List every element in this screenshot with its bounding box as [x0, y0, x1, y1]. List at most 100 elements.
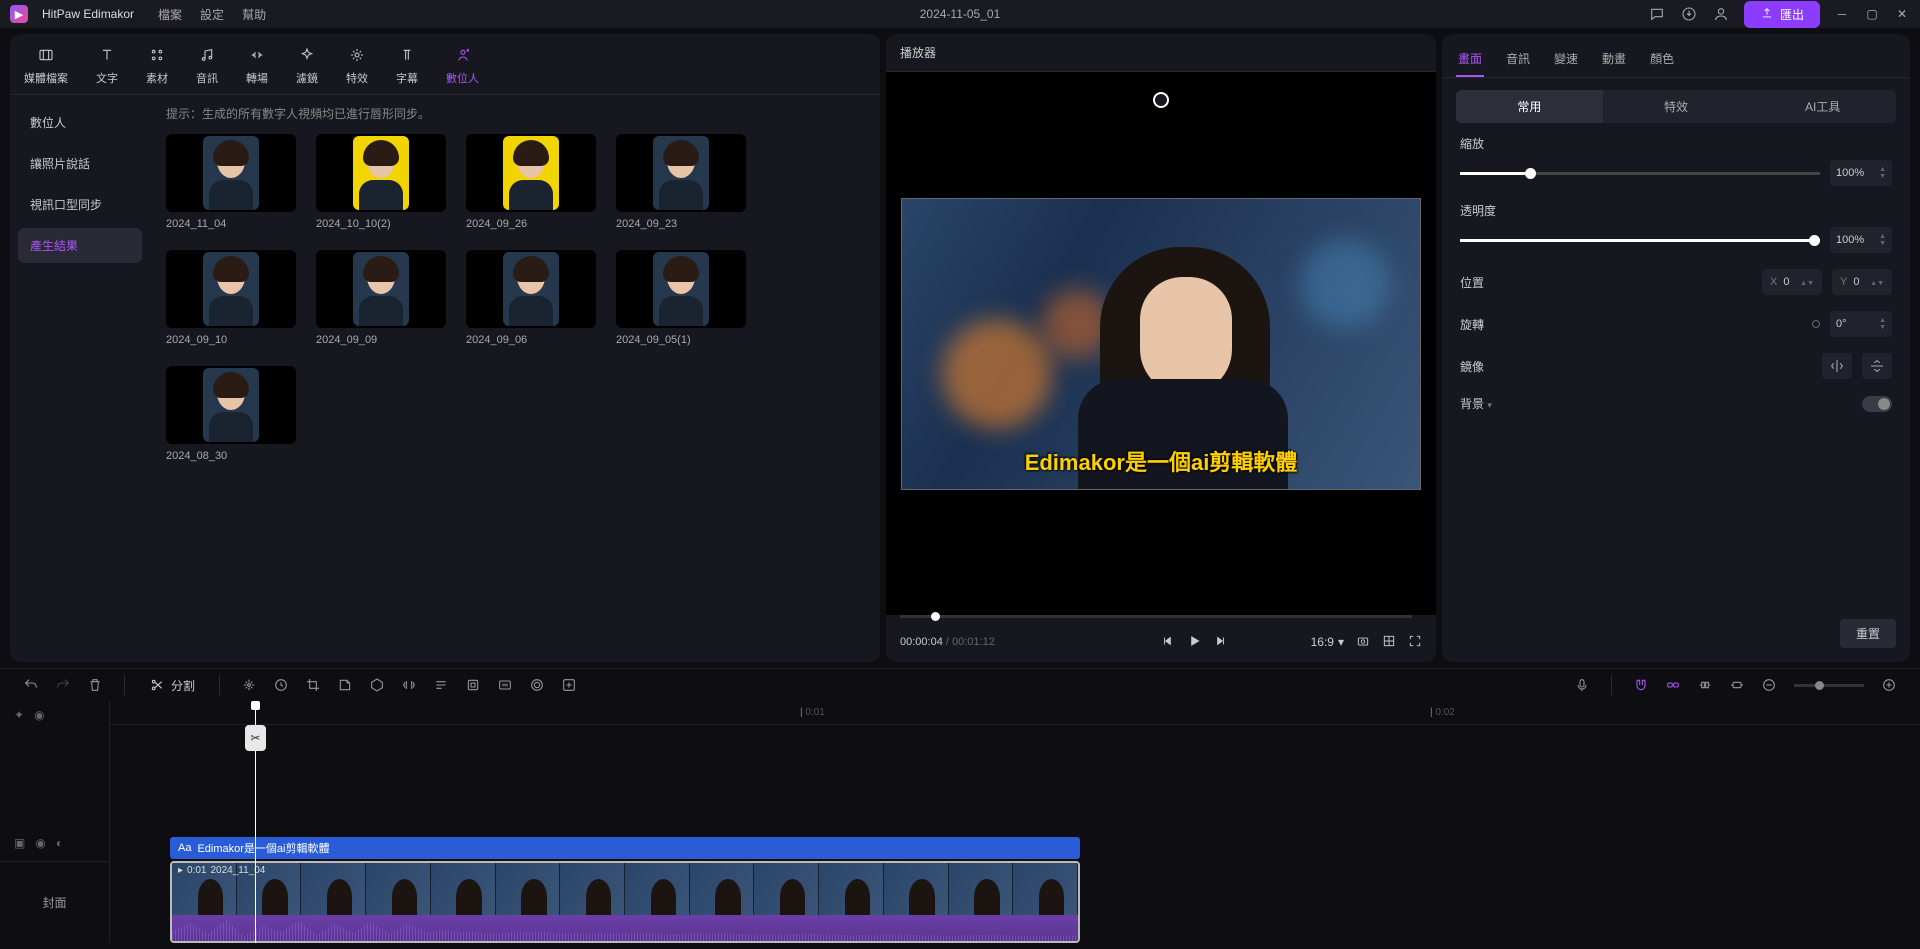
subtab-ai[interactable]: AI工具 [1749, 90, 1896, 123]
pos-y-input[interactable]: Y0▲▼ [1832, 269, 1892, 295]
tab-sticker[interactable]: 素材 [146, 44, 168, 86]
tl-btn-7[interactable] [428, 672, 454, 698]
bg-toggle[interactable] [1862, 396, 1892, 412]
tl-right-4[interactable] [1724, 672, 1750, 698]
tab-subtitle[interactable]: 字幕 [396, 44, 418, 86]
tl-btn-8[interactable] [460, 672, 486, 698]
tab-audio[interactable]: 音訊 [196, 44, 218, 86]
opacity-slider[interactable] [1460, 239, 1820, 242]
subtab-effect[interactable]: 特效 [1603, 90, 1750, 123]
link-button[interactable] [1660, 672, 1686, 698]
tl-btn-4[interactable] [332, 672, 358, 698]
pos-x-input[interactable]: X0▲▼ [1762, 269, 1822, 295]
undo-button[interactable] [18, 672, 44, 698]
result-thumbnail[interactable]: 2024_10_10(2) [316, 134, 446, 230]
zoom-in-button[interactable] [1876, 672, 1902, 698]
tl-btn-2[interactable] [268, 672, 294, 698]
video-frame[interactable]: Edimakor是一個ai剪輯軟體 [901, 198, 1421, 490]
minimize-icon[interactable]: ─ [1834, 6, 1850, 22]
reset-button[interactable]: 重置 [1840, 619, 1896, 648]
tl-btn-6[interactable] [396, 672, 422, 698]
mirror-h-button[interactable] [1822, 353, 1852, 379]
redo-button[interactable] [50, 672, 76, 698]
cover-label[interactable]: 封面 [0, 861, 109, 943]
tl-btn-add[interactable] [556, 672, 582, 698]
next-frame-button[interactable] [1213, 634, 1227, 651]
mic-button[interactable] [1569, 672, 1595, 698]
preview-scrubber[interactable] [900, 615, 1412, 618]
tl-btn-10[interactable] [524, 672, 550, 698]
prev-frame-button[interactable] [1161, 634, 1175, 651]
side-item-results[interactable]: 產生結果 [18, 228, 142, 263]
scale-value[interactable]: 100%▲▼ [1830, 160, 1892, 186]
video-clip[interactable]: ▸ 0:01 2024_11_04 [170, 861, 1080, 943]
side-item-digital[interactable]: 數位人 [18, 105, 142, 140]
result-thumbnail[interactable]: 2024_09_26 [466, 134, 596, 230]
magnet-button[interactable] [1628, 672, 1654, 698]
zoom-out-button[interactable] [1756, 672, 1782, 698]
rotate-value[interactable]: 0°▲▼ [1830, 311, 1892, 337]
play-button[interactable] [1187, 634, 1201, 651]
side-item-photo-talk[interactable]: 讓照片說話 [18, 146, 142, 181]
result-thumbnail[interactable]: 2024_09_23 [616, 134, 746, 230]
prop-tab-audio[interactable]: 音訊 [1504, 42, 1532, 77]
result-thumbnail[interactable]: 2024_09_10 [166, 250, 296, 346]
snapshot-button[interactable] [1356, 634, 1370, 651]
zoom-slider[interactable] [1794, 684, 1864, 687]
rotation-handle-icon[interactable] [1153, 92, 1169, 108]
track-mute-icon[interactable]: ◐ [56, 836, 63, 850]
tab-text[interactable]: 文字 [96, 44, 118, 86]
transition-icon [246, 44, 268, 66]
side-item-lipsync[interactable]: 視訊口型同步 [18, 187, 142, 222]
effects-icon[interactable]: ✦ [14, 708, 24, 722]
scale-slider[interactable] [1460, 172, 1820, 175]
tab-media[interactable]: 媒體檔案 [24, 44, 68, 86]
subtab-common[interactable]: 常用 [1456, 90, 1603, 123]
fullscreen-button[interactable] [1408, 634, 1422, 651]
menu-help[interactable]: 幫助 [242, 6, 266, 23]
close-icon[interactable]: ✕ [1894, 6, 1910, 22]
result-thumbnail[interactable]: 2024_11_04 [166, 134, 296, 230]
menu-settings[interactable]: 設定 [200, 6, 224, 23]
delete-button[interactable] [82, 672, 108, 698]
track-eye-icon[interactable]: ◉ [35, 836, 45, 850]
track-lock-icon[interactable]: ▣ [14, 836, 25, 850]
export-button[interactable]: 匯出 [1744, 1, 1820, 28]
preview-viewport[interactable]: Edimakor是一個ai剪輯軟體 [886, 72, 1436, 615]
timeline-tracks[interactable]: | 0:01 | 0:02 ✂ Aa Edimakor是一個ai剪輯軟體 ▸ 0… [110, 701, 1920, 943]
menu-file[interactable]: 檔案 [158, 6, 182, 23]
result-thumbnail[interactable]: 2024_09_09 [316, 250, 446, 346]
prop-tab-color[interactable]: 顏色 [1648, 42, 1676, 77]
result-thumbnail[interactable]: 2024_09_05(1) [616, 250, 746, 346]
text-clip[interactable]: Aa Edimakor是一個ai剪輯軟體 [170, 837, 1080, 859]
scissors-icon[interactable]: ✂ [245, 725, 266, 751]
user-icon[interactable] [1712, 5, 1730, 23]
chat-icon[interactable] [1648, 5, 1666, 23]
playhead[interactable]: ✂ [255, 701, 256, 943]
tl-right-3[interactable] [1692, 672, 1718, 698]
aspect-ratio-select[interactable]: 16:9▾ [1311, 635, 1344, 649]
rotate-keyframe-icon[interactable] [1812, 320, 1820, 328]
tab-filter[interactable]: 濾鏡 [296, 44, 318, 86]
grid-button[interactable] [1382, 634, 1396, 651]
tl-btn-5[interactable] [364, 672, 390, 698]
prop-tab-video[interactable]: 畫面 [1456, 42, 1484, 77]
mirror-label: 鏡像 [1460, 358, 1520, 375]
tl-btn-1[interactable] [236, 672, 262, 698]
maximize-icon[interactable]: ▢ [1864, 6, 1880, 22]
split-button[interactable]: 分割 [141, 673, 203, 698]
opacity-value[interactable]: 100%▲▼ [1830, 227, 1892, 253]
crop-button[interactable] [300, 672, 326, 698]
prop-tab-animation[interactable]: 動畫 [1600, 42, 1628, 77]
visibility-icon[interactable]: ◉ [34, 708, 44, 722]
result-thumbnail[interactable]: 2024_08_30 [166, 366, 296, 462]
download-icon[interactable] [1680, 5, 1698, 23]
time-ruler[interactable]: | 0:01 | 0:02 [110, 701, 1920, 725]
prop-tab-speed[interactable]: 變速 [1552, 42, 1580, 77]
result-thumbnail[interactable]: 2024_09_06 [466, 250, 596, 346]
tl-btn-ai[interactable] [492, 672, 518, 698]
tab-digital-human[interactable]: 數位人 [446, 44, 479, 86]
mirror-v-button[interactable] [1862, 353, 1892, 379]
tab-transition[interactable]: 轉場 [246, 44, 268, 86]
tab-effect[interactable]: 特效 [346, 44, 368, 86]
